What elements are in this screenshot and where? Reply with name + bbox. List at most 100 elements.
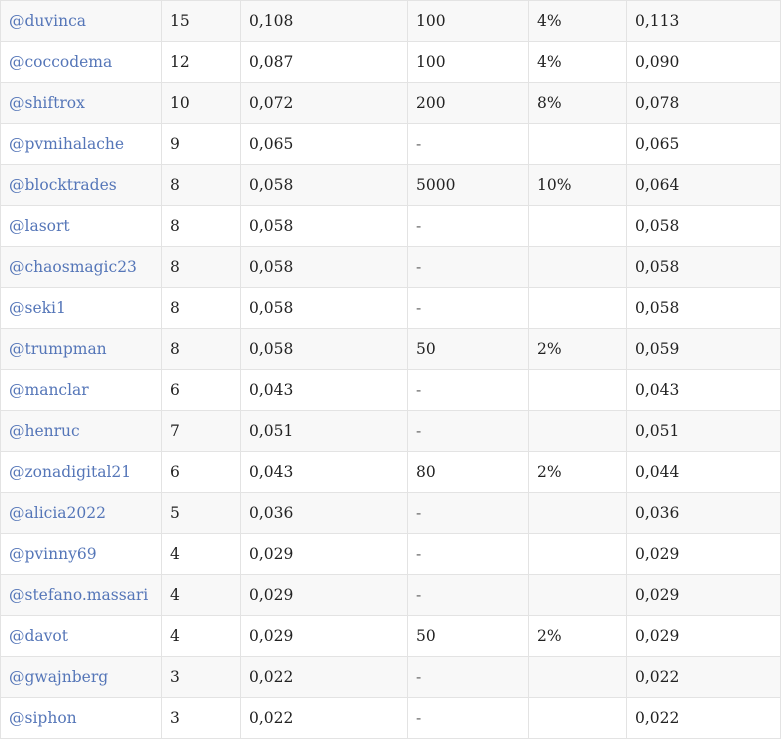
user-link[interactable]: @zonadigital21 [9, 463, 131, 481]
cell-votes: 8 [161, 164, 241, 206]
cell-percent: 10% [528, 164, 627, 206]
cell-user: @chaosmagic23 [0, 246, 162, 288]
cell-amount: 80 [407, 451, 529, 493]
cell-user: @henruc [0, 410, 162, 452]
table-row: @pvinny69 4 0,029-0,029 [0, 533, 781, 575]
cell-value: 0,043 [240, 451, 408, 493]
cell-user: @davot [0, 615, 162, 657]
cell-user: @duvinca [0, 0, 162, 42]
cell-user: @alicia2022 [0, 492, 162, 534]
cell-user: @pvmihalache [0, 123, 162, 165]
table-row: @gwajnberg 3 0,022-0,022 [0, 656, 781, 698]
table-body: @duvinca 15 0,108 100 4% 0,113 @coccodema 12 0,0… [0, 0, 781, 739]
cell-value: 0,029 [240, 615, 408, 657]
cell-percent: 2% [528, 328, 627, 370]
table-row: @blocktrades 8 0,058 5000 10% 0,064 [0, 164, 781, 206]
cell-value: 0,065 [240, 123, 408, 165]
cell-percent: 4% [528, 0, 627, 42]
cell-amount: - [407, 205, 529, 247]
table-row: @trumpman 8 0,058 50 2% 0,059 [0, 328, 781, 370]
cell-percent [528, 205, 627, 247]
user-link[interactable]: @lasort [9, 217, 70, 235]
cell-total: 0,022 [626, 697, 781, 739]
user-link[interactable]: @shiftrox [9, 94, 85, 112]
user-link[interactable]: @seki1 [9, 299, 66, 317]
cell-percent [528, 533, 627, 575]
user-link[interactable]: @chaosmagic23 [9, 258, 137, 276]
user-link[interactable]: @henruc [9, 422, 80, 440]
cell-percent [528, 656, 627, 698]
cell-value: 0,087 [240, 41, 408, 83]
cell-votes: 10 [161, 82, 241, 124]
cell-votes: 3 [161, 656, 241, 698]
cell-total: 0,058 [626, 287, 781, 329]
cell-percent: 2% [528, 451, 627, 493]
cell-percent: 4% [528, 41, 627, 83]
cell-user: @seki1 [0, 287, 162, 329]
user-link[interactable]: @manclar [9, 381, 89, 399]
user-link[interactable]: @blocktrades [9, 176, 117, 194]
cell-votes: 15 [161, 0, 241, 42]
cell-value: 0,043 [240, 369, 408, 411]
cell-amount: - [407, 287, 529, 329]
user-link[interactable]: @alicia2022 [9, 504, 106, 522]
cell-votes: 5 [161, 492, 241, 534]
cell-total: 0,059 [626, 328, 781, 370]
cell-user: @trumpman [0, 328, 162, 370]
user-link[interactable]: @trumpman [9, 340, 107, 358]
cell-value: 0,072 [240, 82, 408, 124]
cell-amount: 5000 [407, 164, 529, 206]
cell-total: 0,058 [626, 246, 781, 288]
cell-value: 0,036 [240, 492, 408, 534]
cell-total: 0,036 [626, 492, 781, 534]
table-row: @lasort 8 0,058-0,058 [0, 205, 781, 247]
cell-amount: 50 [407, 615, 529, 657]
cell-amount: 100 [407, 41, 529, 83]
cell-votes: 3 [161, 697, 241, 739]
cell-value: 0,058 [240, 328, 408, 370]
user-link[interactable]: @davot [9, 627, 68, 645]
cell-value: 0,022 [240, 697, 408, 739]
cell-total: 0,064 [626, 164, 781, 206]
user-link[interactable]: @duvinca [9, 12, 86, 30]
cell-amount: - [407, 246, 529, 288]
cell-votes: 8 [161, 287, 241, 329]
user-link[interactable]: @pvmihalache [9, 135, 124, 153]
cell-votes: 12 [161, 41, 241, 83]
cell-percent: 8% [528, 82, 627, 124]
cell-total: 0,029 [626, 615, 781, 657]
table-row: @stefano.massari 4 0,029-0,029 [0, 574, 781, 616]
user-link[interactable]: @pvinny69 [9, 545, 97, 563]
cell-amount: - [407, 697, 529, 739]
table-row: @pvmihalache 9 0,065-0,065 [0, 123, 781, 165]
cell-total: 0,029 [626, 533, 781, 575]
user-link[interactable]: @siphon [9, 709, 77, 727]
cell-total: 0,022 [626, 656, 781, 698]
cell-votes: 6 [161, 451, 241, 493]
cell-amount: - [407, 656, 529, 698]
table-row: @siphon 3 0,022-0,022 [0, 697, 781, 739]
cell-percent: 2% [528, 615, 627, 657]
cell-votes: 4 [161, 574, 241, 616]
user-link[interactable]: @stefano.massari [9, 586, 148, 604]
cell-value: 0,058 [240, 164, 408, 206]
cell-total: 0,044 [626, 451, 781, 493]
cell-amount: - [407, 410, 529, 452]
table-row: @henruc 7 0,051-0,051 [0, 410, 781, 452]
user-link[interactable]: @coccodema [9, 53, 112, 71]
cell-amount: 50 [407, 328, 529, 370]
cell-amount: - [407, 492, 529, 534]
votes-table: @duvinca 15 0,108 100 4% 0,113 @coccodema 12 0,0… [0, 0, 781, 739]
table-row: @alicia2022 5 0,036-0,036 [0, 492, 781, 534]
cell-total: 0,051 [626, 410, 781, 452]
cell-user: @lasort [0, 205, 162, 247]
cell-votes: 8 [161, 246, 241, 288]
cell-user: @pvinny69 [0, 533, 162, 575]
cell-amount: - [407, 369, 529, 411]
cell-value: 0,022 [240, 656, 408, 698]
cell-amount: 200 [407, 82, 529, 124]
cell-percent [528, 369, 627, 411]
cell-value: 0,058 [240, 287, 408, 329]
cell-votes: 6 [161, 369, 241, 411]
user-link[interactable]: @gwajnberg [9, 668, 108, 686]
